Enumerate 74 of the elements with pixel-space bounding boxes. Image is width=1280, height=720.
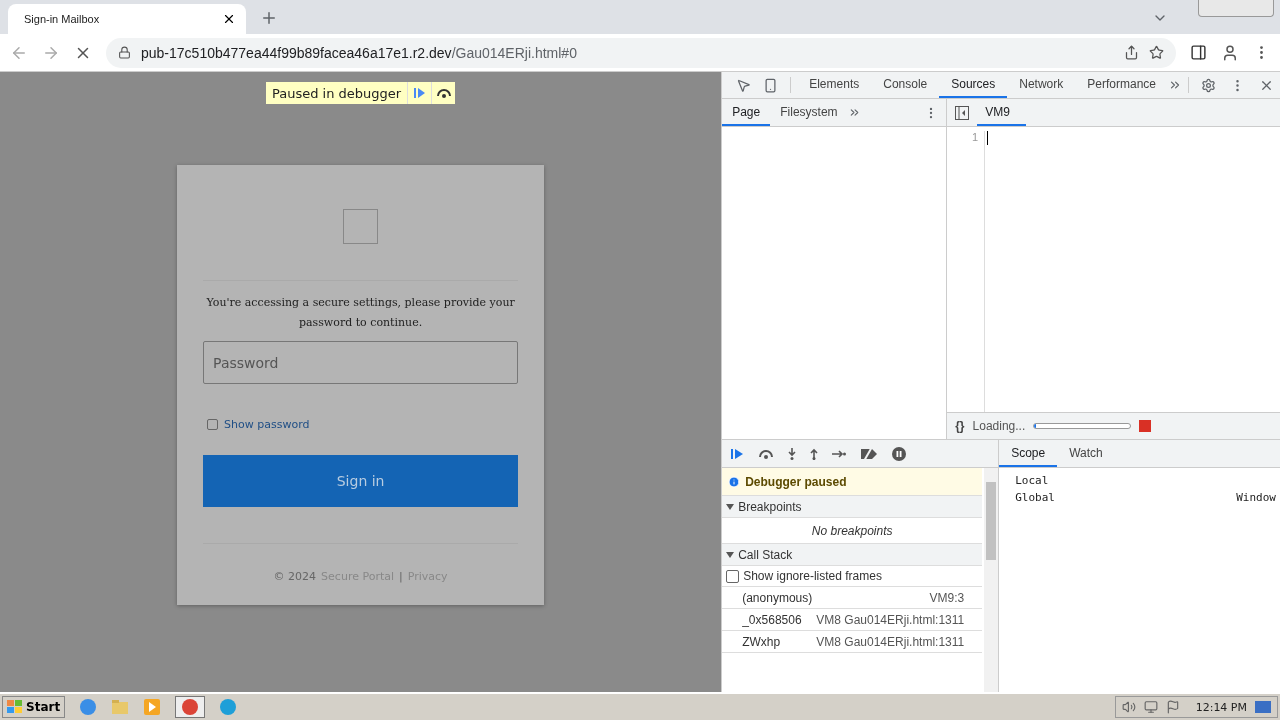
section-header[interactable]: Call Stack xyxy=(722,544,983,566)
instruction-text: You're accessing a secure settings, please provide your password to continue. xyxy=(205,295,516,331)
devtools-tab[interactable]: Elements xyxy=(797,72,872,98)
inspect-icon[interactable] xyxy=(736,77,752,93)
frame-location: VM9:3 xyxy=(929,590,965,605)
sidebar-tab[interactable]: Scope xyxy=(999,440,1058,467)
devtools-tab[interactable]: Console xyxy=(871,72,940,98)
navigator-tab[interactable]: Filesystem xyxy=(770,99,848,126)
call-frame[interactable]: _0x568506 VM8 Gau014ERji.html:1311 xyxy=(722,609,983,631)
text-cursor xyxy=(987,131,989,145)
section-header[interactable]: Breakpoints xyxy=(722,496,983,518)
clock: 12:14 PM xyxy=(1195,700,1247,714)
profile-icon[interactable] xyxy=(1221,43,1239,62)
speaker-icon[interactable] xyxy=(1121,700,1136,714)
checkbox[interactable] xyxy=(207,419,219,430)
checkbox[interactable] xyxy=(726,569,740,583)
step-over-icon[interactable] xyxy=(758,448,775,459)
navigator-tab[interactable]: Page xyxy=(722,99,771,126)
section-title: Call Stack xyxy=(738,547,793,562)
status-text: Loading... xyxy=(972,419,1026,433)
scope-name[interactable]: Local xyxy=(1015,474,1049,487)
address-bar[interactable]: pub-17c510b477ea44f99b89facea46a17e1.r2.dev/Gau014ERji.html#0 xyxy=(106,37,1176,68)
side-panel-icon[interactable] xyxy=(1190,44,1207,61)
devtools-tab[interactable]: Performance xyxy=(1075,72,1168,98)
password-field[interactable]: Password xyxy=(203,341,519,384)
frame-name: _0x568506 xyxy=(742,612,802,627)
call-frame[interactable]: (anonymous) VM9:3 xyxy=(722,587,983,609)
devtools-tab[interactable]: Network xyxy=(1007,72,1076,98)
resume-icon[interactable] xyxy=(730,447,745,460)
frame-name: ZWxhp xyxy=(742,634,781,649)
star-icon[interactable] xyxy=(1149,45,1164,60)
banner-text: Paused in debugger xyxy=(271,85,403,101)
checkbox-label[interactable]: Show ignore-listed frames xyxy=(743,569,882,583)
resume-icon xyxy=(412,87,427,99)
close-icon[interactable] xyxy=(222,12,236,26)
more-tabs-icon[interactable] xyxy=(1168,78,1182,92)
scope-name[interactable]: Global xyxy=(1015,491,1055,504)
copyright-text: © 2024 xyxy=(273,570,317,583)
frame-location: VM8 Gau014ERji.html:1311 xyxy=(816,634,965,649)
new-tab-icon[interactable] xyxy=(260,9,278,27)
share-icon[interactable] xyxy=(1124,45,1139,60)
url-path: /Gau014ERji.html#0 xyxy=(451,44,577,61)
pause-exceptions-icon[interactable] xyxy=(892,446,907,461)
frame-name: (anonymous) xyxy=(742,590,813,605)
show-password-label[interactable]: Show password xyxy=(224,418,310,431)
broken-image-icon xyxy=(343,209,379,244)
frame-location: VM8 Gau014ERji.html:1311 xyxy=(816,612,965,627)
step-out-icon[interactable] xyxy=(810,447,819,460)
step-icon[interactable] xyxy=(832,449,847,458)
format-button[interactable]: {} xyxy=(955,419,965,433)
start-button[interactable]: Start xyxy=(2,696,66,718)
windows-logo-icon xyxy=(7,700,23,714)
separator-text: | xyxy=(399,570,403,583)
step-over-icon xyxy=(435,88,452,98)
file-tab[interactable]: VM9 xyxy=(977,99,1026,126)
browser-tab[interactable]: Sign-in Mailbox xyxy=(8,4,246,34)
tab-title: Sign-in Mailbox xyxy=(24,13,101,25)
call-frame[interactable]: ZWxhp VM8 Gau014ERji.html:1311 xyxy=(722,631,983,653)
flag-icon[interactable] xyxy=(1165,700,1180,714)
settings-icon[interactable] xyxy=(1201,77,1216,93)
paused-text: Debugger paused xyxy=(745,474,847,489)
toggle-navigator-icon[interactable] xyxy=(955,105,970,120)
lock-icon xyxy=(118,46,131,59)
device-icon[interactable] xyxy=(763,77,779,93)
info-icon xyxy=(728,475,741,488)
stop-button[interactable] xyxy=(1139,420,1152,432)
sign-in-button[interactable]: Sign in xyxy=(203,455,519,507)
network-icon[interactable] xyxy=(1143,700,1158,714)
scope-value: Window xyxy=(1236,491,1276,504)
section-title: Breakpoints xyxy=(738,499,802,514)
sidebar-tab[interactable]: Watch xyxy=(1057,440,1115,467)
deactivate-breakpoints-icon[interactable] xyxy=(860,446,879,461)
url-host: pub-17c510b477ea44f99b89facea46a17e1.r2.dev xyxy=(141,44,452,61)
step-into-icon[interactable] xyxy=(788,447,797,460)
